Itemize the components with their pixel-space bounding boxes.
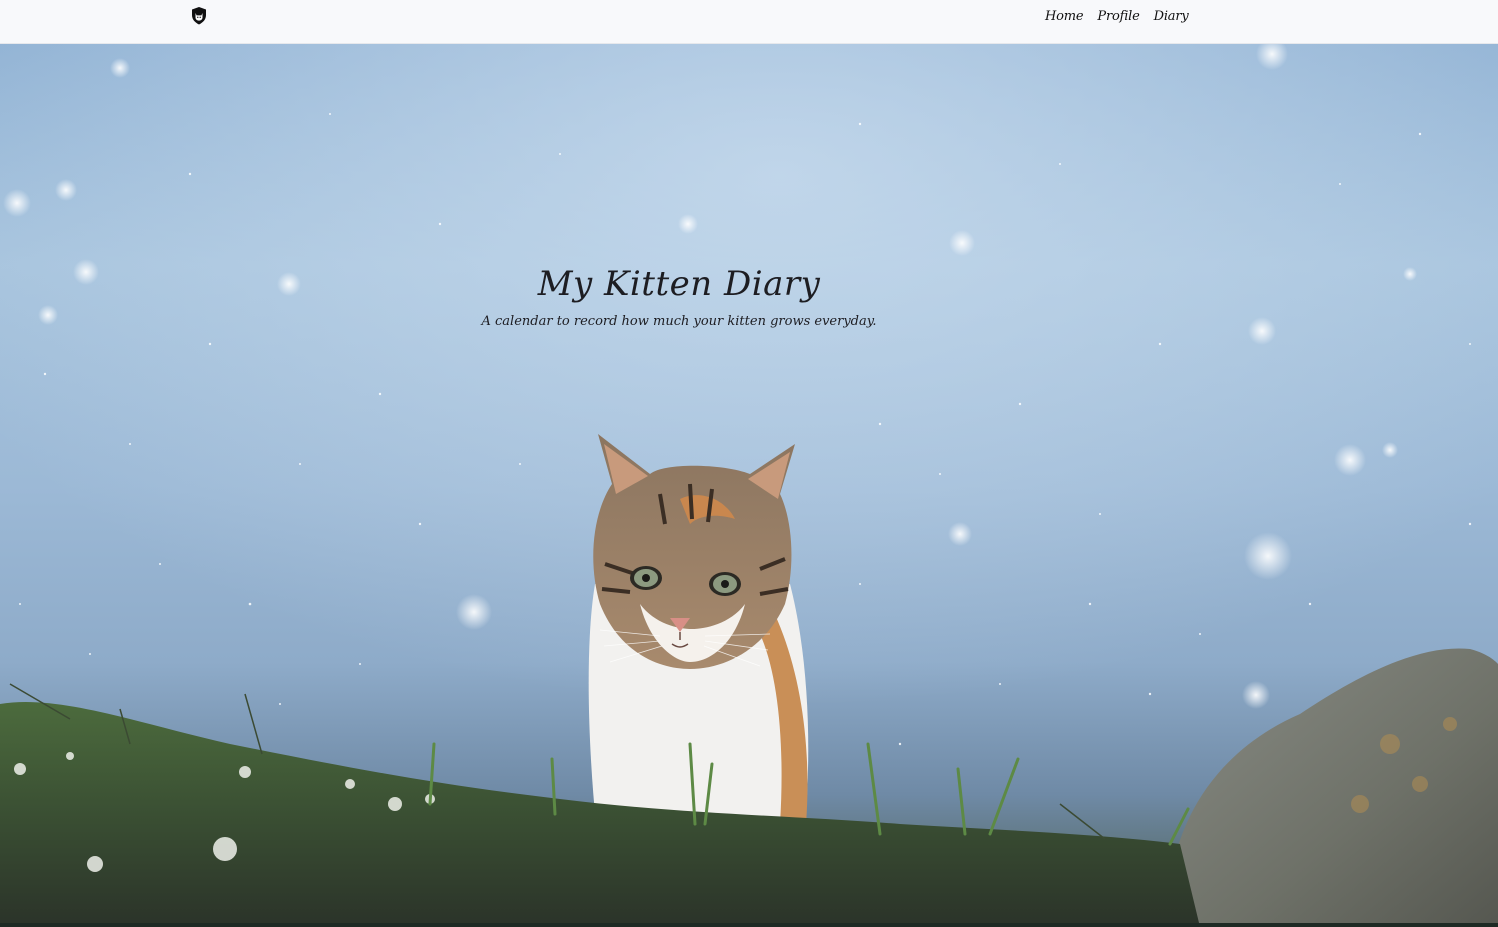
cat-shield-icon[interactable] <box>189 6 209 26</box>
nav-link-profile[interactable]: Profile <box>1097 9 1139 24</box>
nav-links: Home Profile Diary <box>1045 9 1189 24</box>
hero-section: My Kitten Diary A calendar to record how… <box>0 44 1498 927</box>
nav-link-home[interactable]: Home <box>1045 9 1084 24</box>
page-bottom-edge <box>0 923 1498 927</box>
kitten-in-grass-snow-photo <box>0 44 1498 927</box>
nav-link-diary[interactable]: Diary <box>1154 9 1189 24</box>
hero-subtitle: A calendar to record how much your kitte… <box>481 314 877 329</box>
hero-title: My Kitten Diary <box>537 264 821 304</box>
top-navbar: Home Profile Diary <box>0 0 1498 44</box>
